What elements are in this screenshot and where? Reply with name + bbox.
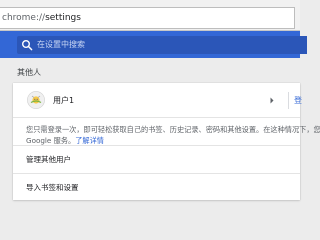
- search-icon: [22, 40, 33, 51]
- people-card: 用户1 登 您只需登录一次，即可轻松获取自己的书签、历史记录、密码和其他设置。在…: [13, 83, 320, 200]
- row-divider: [288, 92, 289, 109]
- import-bookmarks-row[interactable]: 导入书签和设置: [13, 173, 300, 200]
- manage-other-people-row[interactable]: 管理其他用户: [13, 145, 300, 173]
- avatar-icon: [27, 91, 45, 109]
- search-placeholder: 在设置中搜索: [37, 40, 85, 49]
- sync-description-line1: 您只需登录一次，即可轻松获取自己的书签、历史记录、密码和其他设置。在这种情况下，…: [26, 125, 320, 134]
- browser-address-bar: chrome://settings: [0, 0, 300, 31]
- learn-more-link[interactable]: 了解详情: [75, 136, 104, 145]
- settings-toolbar: 在设置中搜索: [0, 31, 307, 58]
- profile-name: 用户1: [53, 96, 75, 105]
- sync-description: 您只需登录一次，即可轻松获取自己的书签、历史记录、密码和其他设置。在这种情况下，…: [26, 124, 320, 146]
- sync-description-prefix: Google 服务。: [26, 136, 76, 145]
- settings-search-input[interactable]: 在设置中搜索: [17, 36, 307, 54]
- sign-in-link[interactable]: 登: [294, 83, 302, 118]
- chevron-right-icon[interactable]: [269, 97, 275, 104]
- url-input[interactable]: chrome://settings: [0, 7, 295, 29]
- url-scheme: chrome://: [2, 13, 46, 23]
- people-section-title: 其他人: [17, 68, 41, 77]
- profile-row[interactable]: 用户1 登: [13, 83, 302, 118]
- manage-other-people-label: 管理其他用户: [26, 155, 71, 164]
- import-bookmarks-label: 导入书签和设置: [26, 183, 79, 192]
- url-path: settings: [45, 13, 81, 23]
